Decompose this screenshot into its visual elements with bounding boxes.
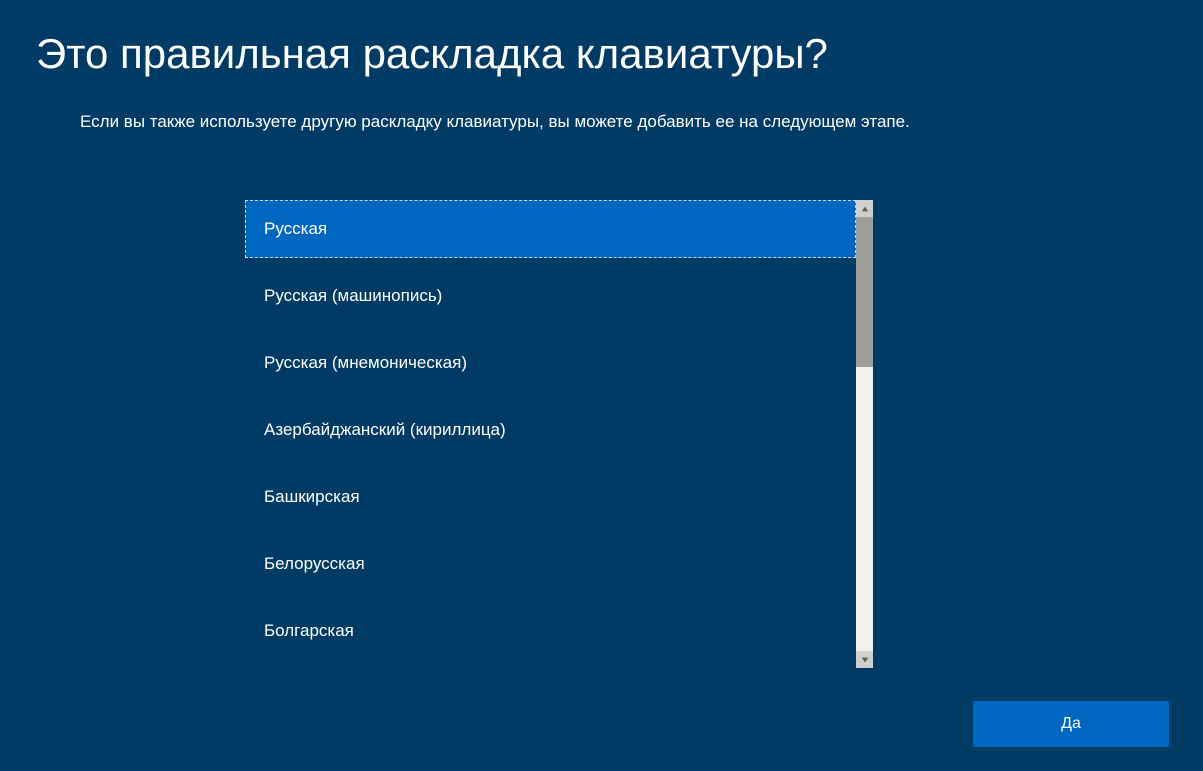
keyboard-layout-label: Болгарская xyxy=(264,621,354,641)
keyboard-layout-option[interactable]: Русская (мнемоническая) xyxy=(245,334,856,392)
keyboard-layout-option[interactable]: Башкирская xyxy=(245,468,856,526)
confirm-button[interactable]: Да xyxy=(973,701,1169,747)
page-subtitle: Если вы также используете другую расклад… xyxy=(80,112,910,132)
scrollbar-thumb[interactable] xyxy=(856,217,873,367)
chevron-up-icon xyxy=(861,200,869,218)
scrollbar[interactable] xyxy=(856,200,873,668)
scroll-down-button[interactable] xyxy=(856,651,873,668)
keyboard-layout-label: Азербайджанский (кириллица) xyxy=(264,420,506,440)
oobe-keyboard-layout-page: Это правильная раскладка клавиатуры? Есл… xyxy=(0,0,1203,771)
keyboard-layout-option[interactable]: Болгарская xyxy=(245,602,856,660)
keyboard-layout-option[interactable]: Русская (машинопись) xyxy=(245,267,856,325)
keyboard-layout-label: Русская xyxy=(264,219,327,239)
keyboard-layout-list-wrapper: Русская Русская (машинопись) Русская (мнем… xyxy=(245,200,873,668)
keyboard-layout-option[interactable]: Азербайджанский (кириллица) xyxy=(245,401,856,459)
keyboard-layout-list: Русская Русская (машинопись) Русская (мнем… xyxy=(245,200,856,668)
keyboard-layout-label: Башкирская xyxy=(264,487,360,507)
keyboard-layout-label: Белорусская xyxy=(264,554,365,574)
keyboard-layout-option[interactable]: Русская xyxy=(245,200,856,258)
chevron-down-icon xyxy=(861,651,869,669)
keyboard-layout-label: Русская (мнемоническая) xyxy=(264,353,467,373)
scroll-up-button[interactable] xyxy=(856,200,873,217)
keyboard-layout-option[interactable]: Белорусская xyxy=(245,535,856,593)
keyboard-layout-label: Русская (машинопись) xyxy=(264,286,442,306)
page-title: Это правильная раскладка клавиатуры? xyxy=(36,30,828,78)
